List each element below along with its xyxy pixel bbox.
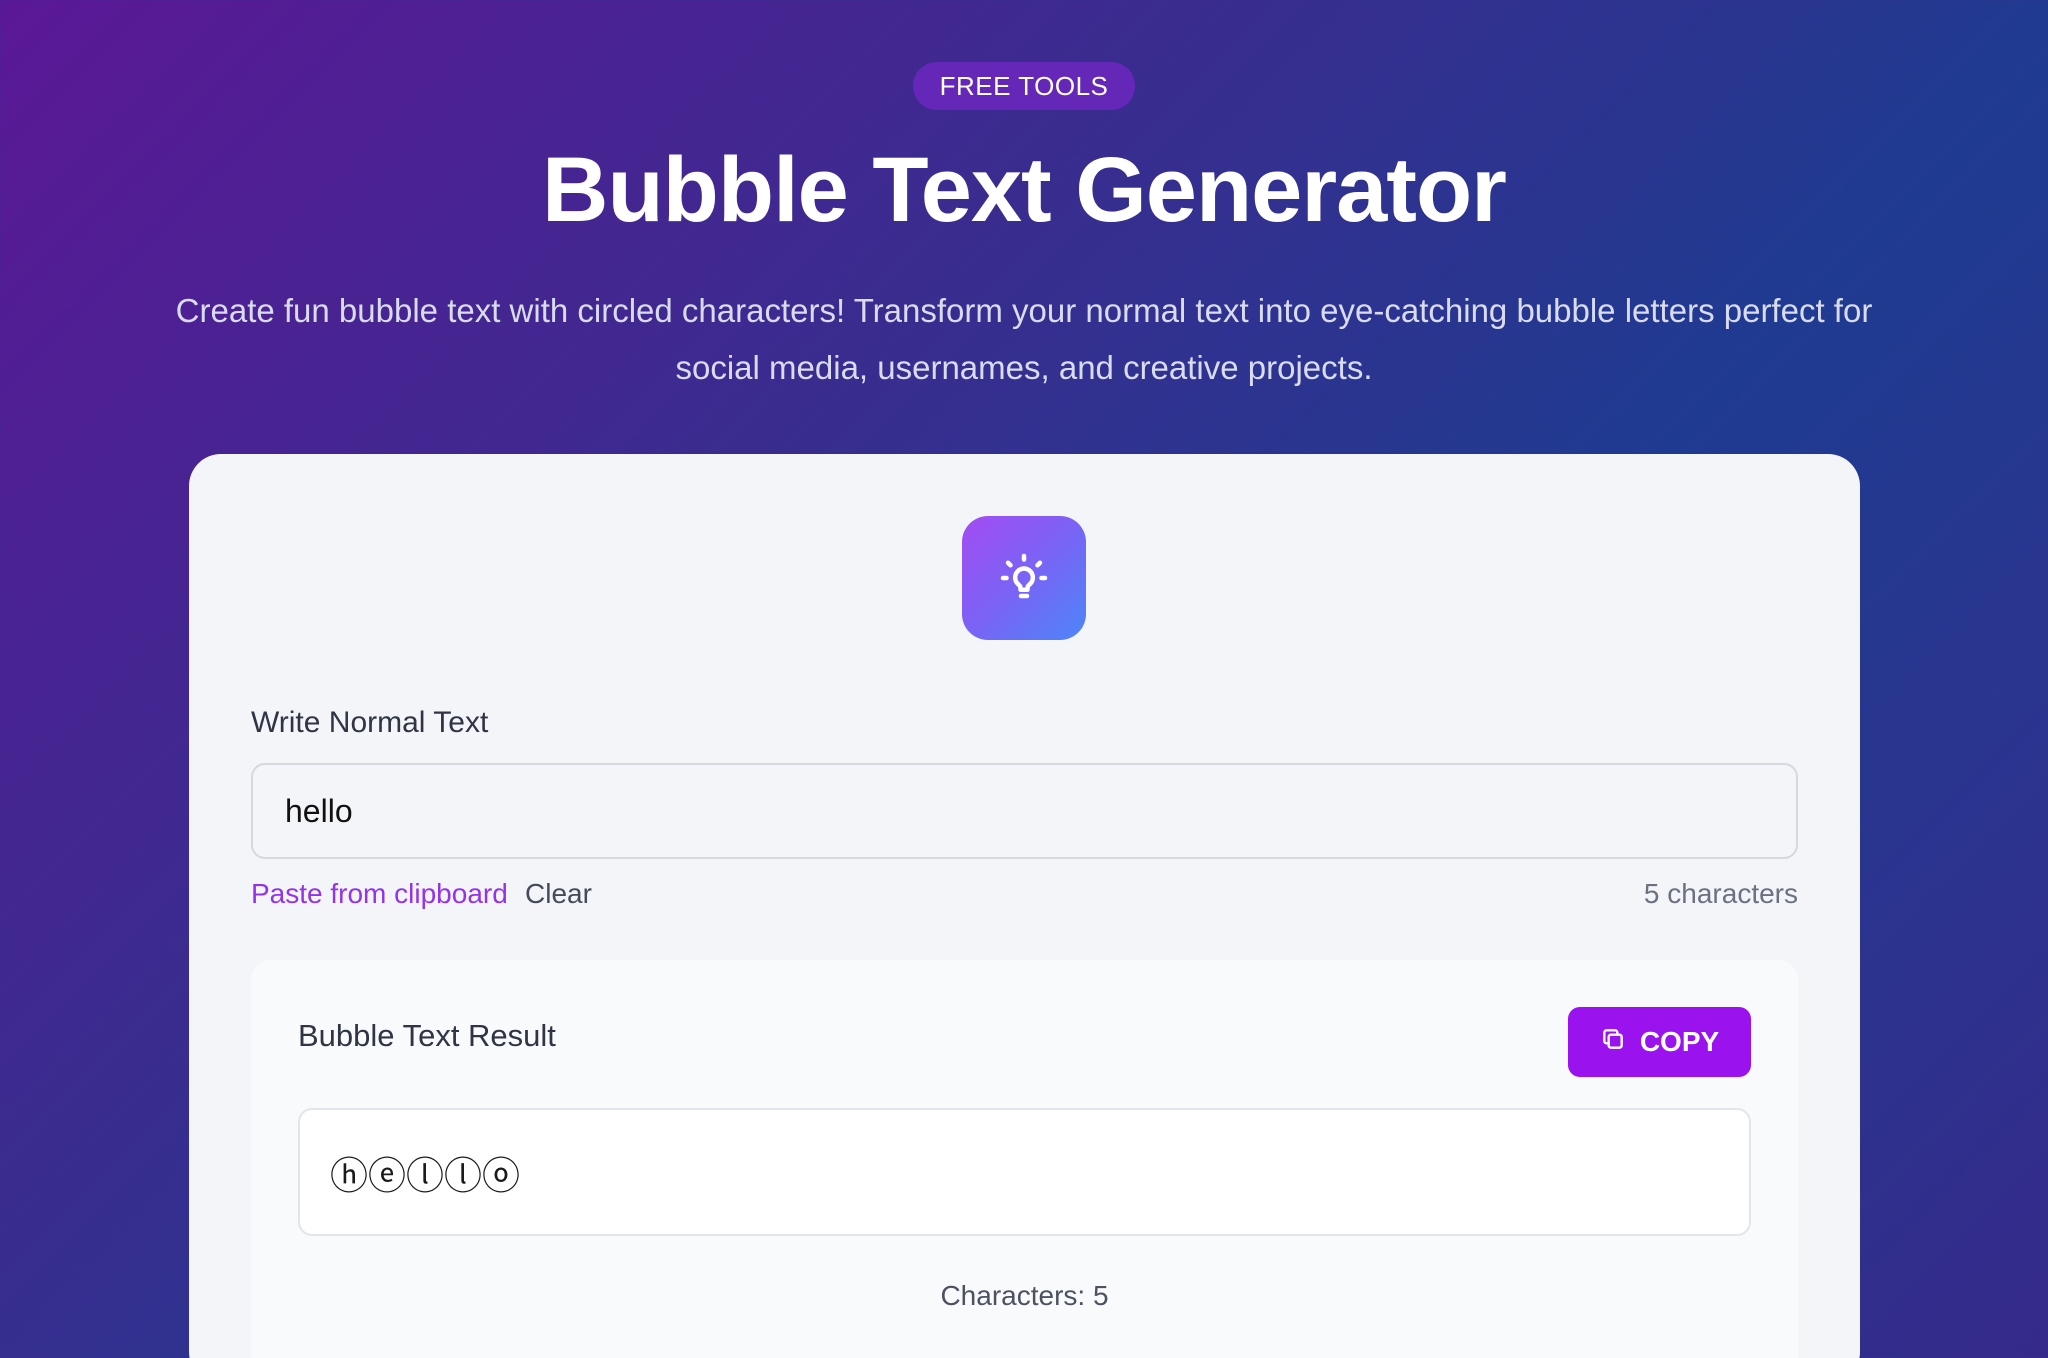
normal-text-input[interactable] (251, 763, 1798, 859)
page-subtitle: Create fun bubble text with circled char… (175, 292, 1873, 386)
copy-button[interactable]: COPY (1568, 1007, 1751, 1077)
paste-from-clipboard-link[interactable]: Paste from clipboard (251, 878, 508, 910)
input-character-count: 5 characters (1643, 878, 1798, 909)
clear-link[interactable]: Clear (525, 878, 592, 910)
lightbulb-icon (962, 516, 1086, 640)
result-panel: Bubble Text Result COPY ⓗⓔⓛⓛⓞ Characters… (251, 960, 1798, 1358)
page-title: Bubble Text Generator (542, 139, 1507, 241)
copy-button-label: COPY (1639, 1026, 1720, 1057)
bubble-text-output[interactable]: ⓗⓔⓛⓛⓞ (298, 1108, 1751, 1236)
result-character-count: Characters: 5 (940, 1280, 1109, 1311)
copy-icon (1600, 1026, 1626, 1059)
free-tools-badge: FREE TOOLS (913, 62, 1135, 110)
input-label: Write Normal Text (251, 706, 489, 739)
result-label: Bubble Text Result (298, 1018, 556, 1053)
tool-card: Write Normal Text Paste from clipboard C… (189, 454, 1860, 1358)
